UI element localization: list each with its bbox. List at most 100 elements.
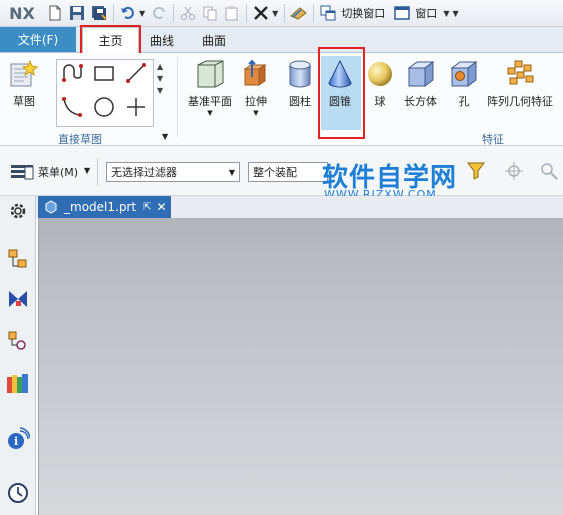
assembly-navigator-icon[interactable] bbox=[5, 246, 31, 272]
cut-icon[interactable] bbox=[177, 2, 199, 24]
menu-icon[interactable] bbox=[10, 163, 36, 184]
close-icon[interactable]: ✕ bbox=[156, 200, 166, 214]
popout-icon[interactable]: ⇱ bbox=[143, 202, 151, 213]
sphere-icon bbox=[368, 62, 392, 86]
cylinder-icon bbox=[289, 60, 311, 88]
resource-bar: i bbox=[0, 196, 36, 515]
quick-access-toolbar: NX ▼ ▼ 切换窗口 窗口 ▼ ▼ bbox=[0, 0, 563, 27]
block-icon bbox=[407, 61, 434, 87]
profile-icon[interactable] bbox=[60, 61, 84, 85]
cylinder-label: 圆柱 bbox=[289, 95, 311, 108]
divider bbox=[313, 4, 315, 22]
window-icon[interactable] bbox=[391, 2, 413, 24]
type-filter-select[interactable]: 无选择过滤器 ▼ bbox=[106, 162, 240, 182]
part-file-icon bbox=[45, 200, 57, 214]
sketch-label: 草图 bbox=[13, 95, 35, 108]
divider bbox=[97, 158, 98, 186]
redo-icon[interactable] bbox=[148, 2, 170, 24]
gallery-scroll-icon[interactable]: ▲ ▼ ▼ bbox=[157, 61, 163, 97]
delete-dropdown-icon[interactable]: ▼ bbox=[272, 9, 278, 18]
settings-gear-icon[interactable] bbox=[5, 198, 31, 224]
group-options-icon[interactable]: ▼ bbox=[162, 132, 168, 141]
type-filter-value: 无选择过滤器 bbox=[111, 166, 177, 179]
document-tab[interactable]: _model1.prt ⇱ ✕ bbox=[38, 196, 171, 218]
undo-icon[interactable] bbox=[117, 2, 139, 24]
svg-text:i: i bbox=[14, 435, 18, 448]
document-tab-name: _model1.prt bbox=[64, 200, 137, 214]
datum-plane-dropdown-icon[interactable]: ▼ bbox=[207, 109, 212, 117]
divider bbox=[246, 4, 248, 22]
switch-window-label[interactable]: 切换窗口 bbox=[341, 5, 385, 21]
pattern-geometry-button[interactable]: 阵列几何特征 bbox=[487, 59, 553, 109]
feature-group-label: 特征 bbox=[482, 133, 504, 146]
tab-file[interactable]: 文件(F) bbox=[0, 27, 76, 52]
graphics-window[interactable] bbox=[38, 218, 563, 515]
window-dropdown-icon[interactable]: ▼ bbox=[443, 9, 449, 18]
new-file-icon[interactable] bbox=[44, 2, 66, 24]
rectangle-icon[interactable] bbox=[92, 61, 116, 85]
copy-icon[interactable] bbox=[199, 2, 221, 24]
save-all-icon[interactable] bbox=[88, 2, 110, 24]
divider bbox=[173, 4, 175, 22]
selection-scope-value: 整个装配 bbox=[253, 166, 297, 179]
history-clock-icon[interactable] bbox=[5, 480, 31, 506]
divider bbox=[284, 4, 286, 22]
selection-scope-select[interactable]: 整个装配 bbox=[248, 162, 328, 182]
block-button[interactable]: 长方体 bbox=[404, 59, 437, 109]
extrude-icon bbox=[243, 59, 267, 86]
pattern-geometry-label: 阵列几何特征 bbox=[487, 95, 553, 108]
line-icon[interactable] bbox=[124, 61, 148, 85]
ribbon-tab-row: 文件(F) 主页 曲线 曲面 bbox=[0, 27, 563, 53]
tab-curve[interactable]: 曲线 bbox=[142, 27, 182, 53]
window-label[interactable]: 窗口 bbox=[415, 5, 437, 21]
sphere-label: 球 bbox=[374, 95, 386, 108]
delete-icon[interactable] bbox=[250, 2, 272, 24]
menu-button[interactable]: 菜单(M) bbox=[38, 164, 78, 180]
sketch-button[interactable]: 草图 bbox=[8, 59, 40, 109]
hole-icon bbox=[450, 61, 478, 87]
web-browser-icon[interactable]: i bbox=[5, 426, 31, 452]
reuse-library-icon[interactable] bbox=[5, 370, 31, 396]
cone-label: 圆锥 bbox=[329, 95, 351, 108]
snap-settings-icon[interactable] bbox=[538, 160, 560, 185]
hole-label: 孔 bbox=[458, 95, 470, 108]
switch-window-icon[interactable] bbox=[317, 2, 339, 24]
extrude-button[interactable]: 拉伸 ▼ bbox=[241, 59, 271, 117]
customize-toolbar-icon[interactable]: ▼ bbox=[452, 9, 458, 18]
undo-dropdown-icon[interactable]: ▼ bbox=[139, 9, 145, 18]
divider bbox=[113, 4, 114, 22]
pattern-geometry-icon bbox=[507, 60, 534, 85]
datum-plane-label: 基准平面 bbox=[188, 95, 232, 108]
hole-button[interactable]: 孔 bbox=[449, 59, 479, 109]
extrude-label: 拉伸 bbox=[245, 95, 267, 108]
tab-surface[interactable]: 曲面 bbox=[194, 27, 234, 53]
filter-funnel-icon[interactable] bbox=[466, 160, 486, 183]
divider bbox=[177, 57, 178, 137]
document-tab-row: _model1.prt ⇱ ✕ bbox=[36, 196, 563, 218]
circle-icon[interactable] bbox=[92, 95, 116, 119]
selection-toolbar: 菜单(M) ▼ 无选择过滤器 ▼ 整个装配 bbox=[0, 146, 563, 196]
block-label: 长方体 bbox=[404, 95, 437, 108]
tab-home[interactable]: 主页 bbox=[82, 27, 139, 53]
datum-plane-icon bbox=[197, 60, 224, 88]
point-icon[interactable] bbox=[124, 95, 148, 119]
arc-icon[interactable] bbox=[60, 95, 84, 119]
sphere-button[interactable]: 球 bbox=[366, 59, 394, 109]
cylinder-button[interactable]: 圆柱 bbox=[285, 59, 315, 109]
menu-dropdown-icon[interactable]: ▼ bbox=[84, 166, 90, 175]
ribbon-panel: 草图 ▲ ▼ ▼ 直接草图 ▼ 基准平面 ▼ 拉伸 ▼ 圆柱 圆锥 球 长方体 … bbox=[0, 47, 563, 146]
constraint-navigator-icon[interactable] bbox=[5, 286, 31, 312]
extrude-dropdown-icon[interactable]: ▼ bbox=[253, 109, 258, 117]
cone-icon bbox=[328, 59, 352, 88]
paste-icon[interactable] bbox=[221, 2, 243, 24]
cone-button[interactable]: 圆锥 bbox=[325, 59, 355, 109]
save-icon[interactable] bbox=[66, 2, 88, 24]
sketch-icon bbox=[10, 59, 39, 87]
snap-point-icon[interactable] bbox=[503, 160, 525, 185]
chevron-down-icon: ▼ bbox=[228, 168, 235, 177]
repeat-command-icon[interactable] bbox=[288, 2, 310, 24]
part-navigator-icon[interactable] bbox=[5, 328, 31, 354]
datum-plane-button[interactable]: 基准平面 ▼ bbox=[188, 59, 232, 117]
direct-sketch-group-label: 直接草图 bbox=[58, 133, 102, 146]
nx-logo: NX bbox=[9, 3, 35, 23]
